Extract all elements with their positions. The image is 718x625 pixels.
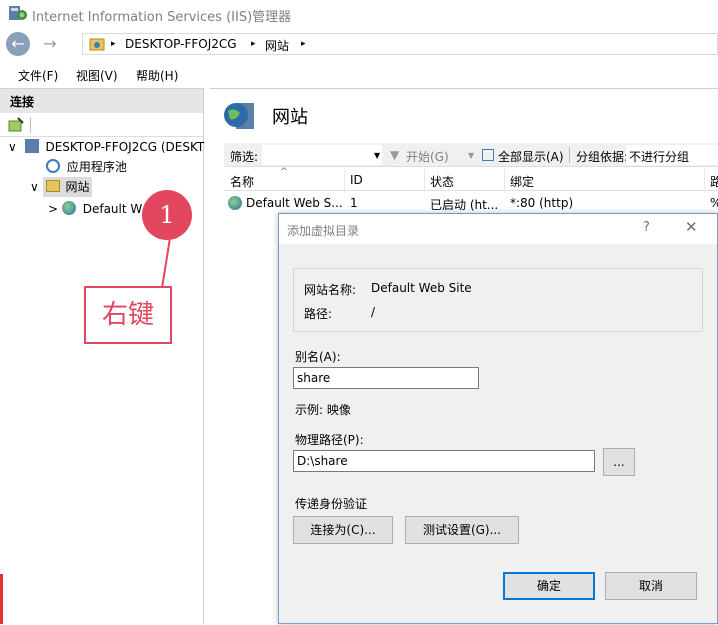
- column-header-status[interactable]: 状态: [430, 173, 454, 190]
- menu-file[interactable]: 文件(F): [18, 67, 58, 84]
- site-name-value: Default Web Site: [371, 281, 472, 295]
- connections-panel: 连接 ∨ DESKTOP-FFOJ2CG (DESKT 应用程序池 ∨ 网站 >…: [0, 88, 204, 624]
- tree-item-default-site[interactable]: > Default W: [48, 199, 142, 219]
- breadcrumb-server[interactable]: DESKTOP-FFOJ2CG: [125, 37, 237, 51]
- start-filter-button[interactable]: 开始(G): [406, 148, 449, 165]
- pass-through-auth-label: 传递身份验证: [295, 497, 368, 511]
- breadcrumb-separator-icon: ▸: [111, 39, 116, 49]
- annotation-step-badge: 1: [142, 190, 192, 240]
- annotation-connector: [160, 237, 174, 289]
- window-title: Internet Information Services (IIS)管理器: [32, 10, 292, 25]
- add-virtual-directory-dialog: 添加虚拟目录 ? ✕ 网站名称: Default Web Site 路径: / …: [278, 213, 718, 624]
- window-title-bar: Internet Information Services (IIS)管理器: [0, 0, 718, 28]
- connections-toolbar: [0, 113, 203, 137]
- path-value: /: [371, 305, 376, 319]
- physical-path-label: 物理路径(P):: [295, 433, 364, 447]
- iis-app-icon: [9, 6, 27, 20]
- sites-folder-icon: [45, 180, 60, 192]
- globe-icon: [61, 201, 76, 215]
- tree-item-app-pools[interactable]: 应用程序池: [46, 157, 127, 177]
- sort-ascending-icon: ^: [280, 167, 288, 177]
- collapse-chevron-icon[interactable]: ∨: [8, 140, 17, 154]
- breadcrumb-separator-icon: ▸: [251, 39, 256, 49]
- start-dropdown-icon[interactable]: ▼: [468, 151, 474, 160]
- alias-example: 示例: 映像: [295, 403, 351, 417]
- alias-input[interactable]: share: [293, 367, 479, 389]
- menu-view[interactable]: 视图(V): [76, 67, 118, 84]
- connect-as-button[interactable]: 连接为(C)...: [293, 516, 393, 544]
- browse-button[interactable]: ...: [603, 448, 635, 476]
- cell-status: 已启动 (ht...: [430, 198, 499, 212]
- cell-binding: *:80 (http): [510, 196, 574, 210]
- path-label: 路径:: [304, 307, 333, 321]
- connect-icon[interactable]: [8, 117, 24, 133]
- menu-help[interactable]: 帮助(H): [136, 67, 178, 84]
- cell-name: Default Web S...: [246, 196, 343, 210]
- address-path[interactable]: ▸ DESKTOP-FFOJ2CG ▸ 网站 ▸: [82, 33, 718, 55]
- address-bar: ← → ▸ DESKTOP-FFOJ2CG ▸ 网站 ▸: [0, 28, 718, 60]
- globe-icon: [228, 196, 242, 210]
- site-info-box: 网站名称: Default Web Site 路径: /: [293, 268, 703, 332]
- tree-item-label: Default W: [82, 202, 143, 216]
- app-pool-icon: [46, 159, 60, 173]
- show-all-icon: [482, 149, 494, 161]
- back-arrow-icon[interactable]: ←: [6, 32, 30, 56]
- table-row[interactable]: Default Web S... 1 已启动 (ht... *:80 (http…: [224, 193, 718, 213]
- group-by-select[interactable]: 不进行分组: [629, 148, 689, 165]
- column-header-binding[interactable]: 绑定: [510, 173, 534, 190]
- tree-item-sites[interactable]: ∨ 网站: [30, 177, 93, 197]
- breadcrumb-sites[interactable]: 网站: [265, 37, 289, 54]
- expand-chevron-icon[interactable]: >: [48, 202, 58, 216]
- filter-bar: 筛选: ▼ ▼ 开始(G) ▼ 全部显示(A) 分组依据: 不进行分组: [224, 143, 718, 167]
- group-by-label: 分组依据:: [576, 150, 629, 164]
- alias-label: 别名(A):: [295, 350, 341, 364]
- site-name-label: 网站名称:: [304, 283, 357, 297]
- forward-arrow-icon[interactable]: →: [38, 32, 62, 56]
- page-title: 网站: [272, 107, 308, 128]
- dialog-title-bar: 添加虚拟目录 ? ✕: [279, 214, 717, 244]
- filter-label: 筛选:: [230, 150, 259, 164]
- ok-button[interactable]: 确定: [503, 572, 595, 600]
- column-header-path[interactable]: 路: [710, 173, 718, 190]
- tree-item-label: 网站: [65, 180, 90, 194]
- toolbar-divider: [30, 117, 31, 133]
- test-settings-button[interactable]: 测试设置(G)...: [405, 516, 519, 544]
- filter-dropdown-icon[interactable]: ▼: [374, 151, 380, 160]
- help-icon[interactable]: ?: [643, 220, 650, 235]
- tree-item-server[interactable]: ∨ DESKTOP-FFOJ2CG (DESKT: [8, 137, 204, 157]
- cancel-button[interactable]: 取消: [605, 572, 697, 600]
- column-header-name[interactable]: 名称: [230, 173, 254, 190]
- close-icon[interactable]: ✕: [685, 218, 698, 236]
- cell-id: 1: [350, 196, 358, 210]
- menu-bar: 文件(F) 视图(V) 帮助(H): [0, 62, 718, 86]
- sites-globe-icon: [224, 103, 254, 129]
- filter-input[interactable]: [262, 145, 382, 165]
- tree-item-label: 应用程序池: [66, 160, 127, 174]
- sites-folder-icon: [89, 38, 105, 51]
- dialog-title: 添加虚拟目录: [287, 224, 360, 238]
- cell-extra: %: [710, 196, 718, 210]
- sites-grid-header: 名称 ^ ID 状态 绑定 路: [224, 167, 718, 191]
- column-header-id[interactable]: ID: [350, 173, 363, 187]
- physical-path-input[interactable]: D:\share: [293, 450, 595, 472]
- filter-divider: [569, 147, 570, 163]
- server-icon: [24, 139, 39, 153]
- tree-item-label: DESKTOP-FFOJ2CG (DESKT: [45, 140, 205, 154]
- connections-header: 连接: [0, 89, 203, 113]
- funnel-icon: ▼: [390, 148, 400, 162]
- show-all-button[interactable]: 全部显示(A): [498, 148, 564, 165]
- edge-marker: [0, 574, 3, 624]
- collapse-chevron-icon[interactable]: ∨: [30, 180, 39, 194]
- annotation-callout: 右键: [84, 286, 172, 344]
- breadcrumb-separator-icon: ▸: [301, 39, 306, 49]
